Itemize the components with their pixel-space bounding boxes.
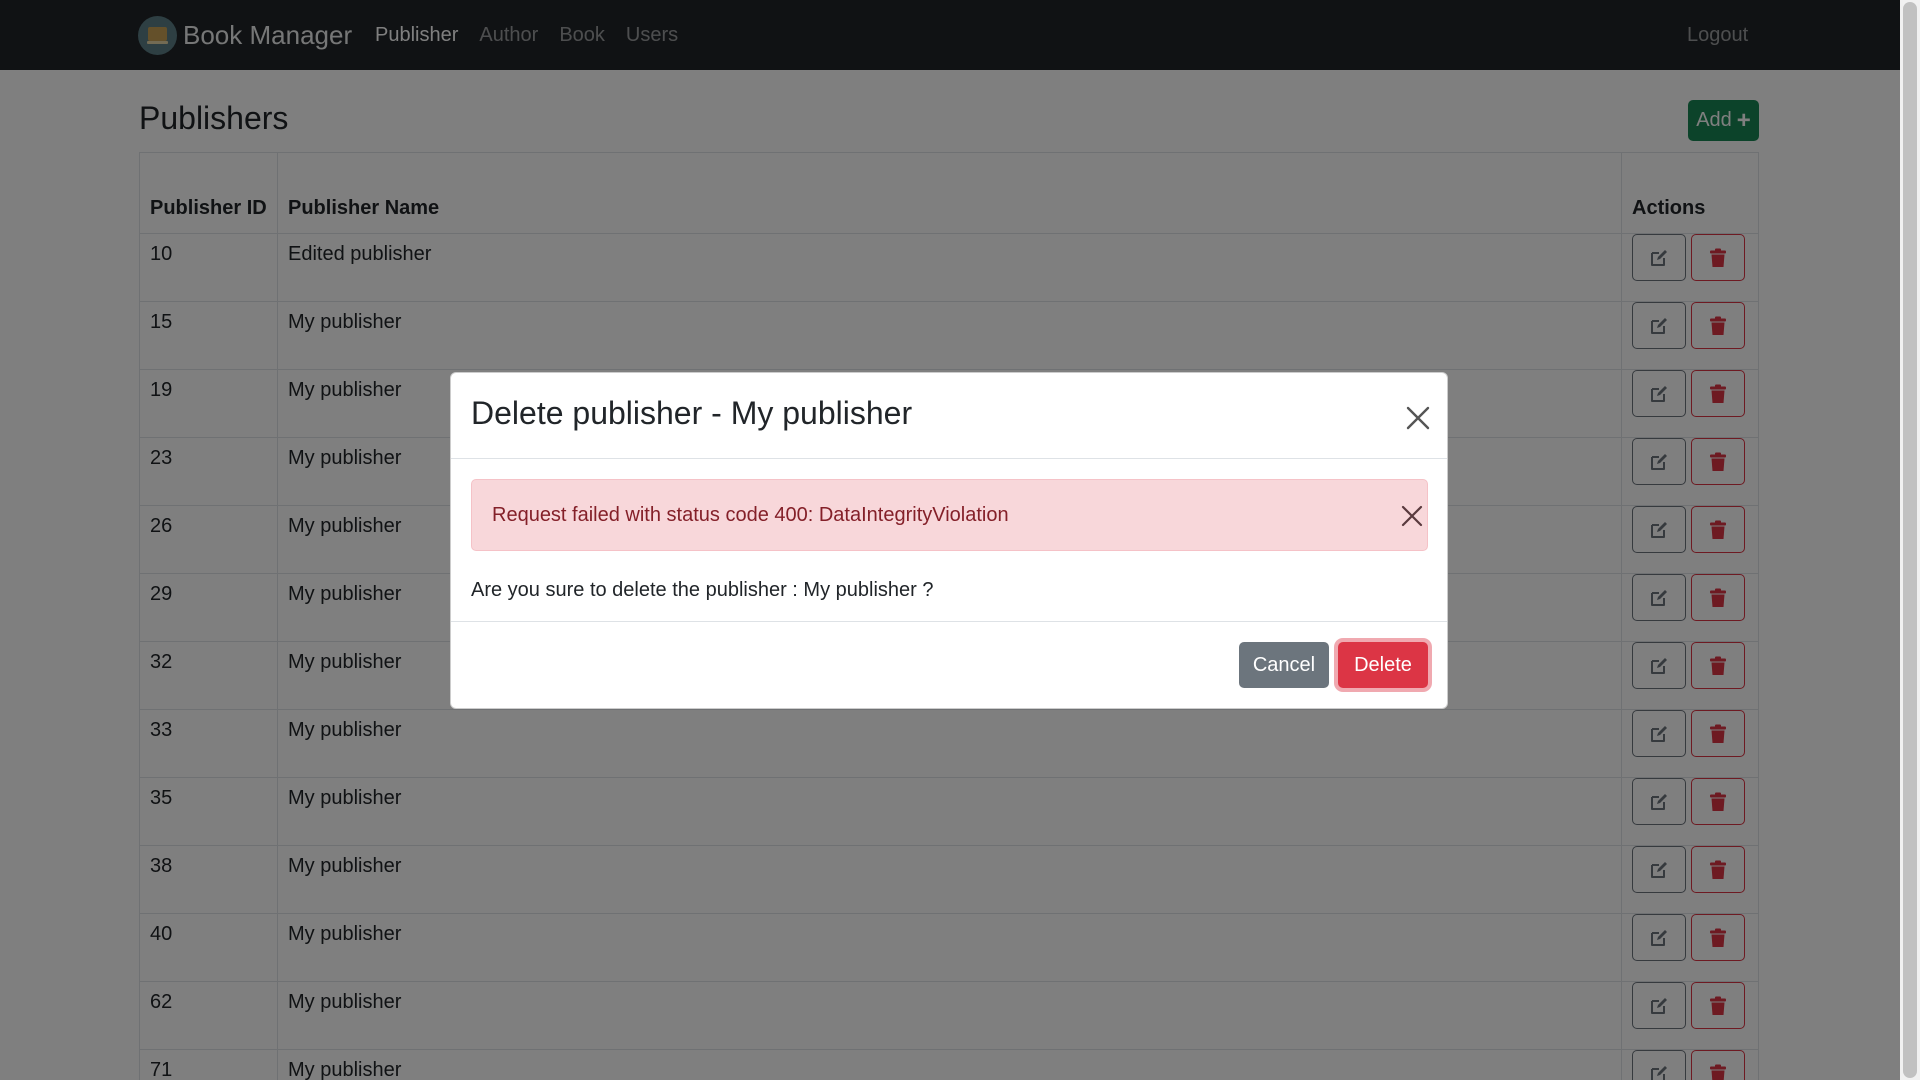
modal-footer: Cancel Delete	[451, 622, 1447, 708]
scrollbar-thumb[interactable]	[1903, 2, 1917, 1078]
modal-header: Delete publisher - My publisher	[451, 373, 1447, 459]
modal-title: Delete publisher - My publisher	[471, 395, 913, 431]
close-icon[interactable]	[1405, 405, 1431, 431]
app-viewport: Book Manager Publisher Author Book Users…	[0, 0, 1900, 1080]
delete-button[interactable]: Delete	[1338, 642, 1428, 688]
delete-modal: Delete publisher - My publisher Request …	[450, 372, 1448, 709]
scrollbar[interactable]	[1900, 0, 1920, 1080]
error-alert-text: Request failed with status code 400: Dat…	[492, 504, 1009, 526]
cancel-button[interactable]: Cancel	[1239, 642, 1329, 688]
error-alert: Request failed with status code 400: Dat…	[471, 479, 1428, 551]
alert-close-icon[interactable]	[1400, 504, 1424, 528]
modal-body: Request failed with status code 400: Dat…	[451, 459, 1447, 622]
confirm-message: Are you sure to delete the publisher : M…	[471, 579, 934, 601]
